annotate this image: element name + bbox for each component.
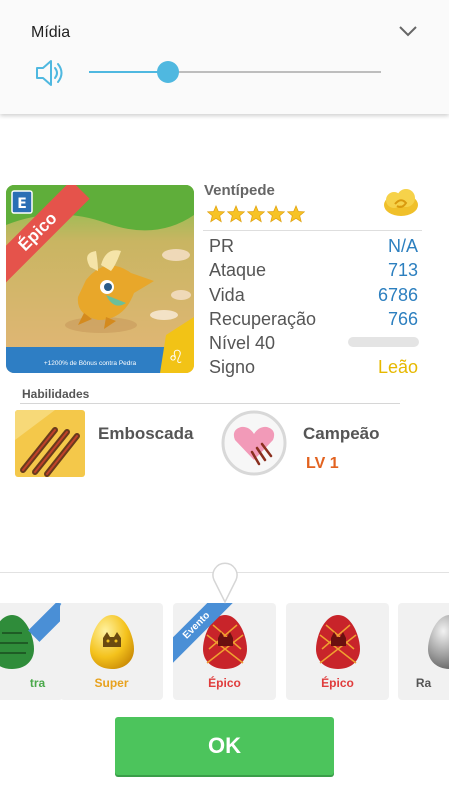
claw-slash-icon[interactable] bbox=[15, 410, 85, 477]
cloud-element-icon bbox=[384, 189, 418, 216]
stats-divider bbox=[203, 230, 422, 231]
egg-card-super[interactable]: Super bbox=[60, 603, 163, 700]
egg-card-epic[interactable]: Épico bbox=[286, 603, 389, 700]
volume-slider-thumb[interactable] bbox=[156, 61, 179, 83]
screen: Mídia ♌ E Épico +1200% de Bônus contra P… bbox=[0, 0, 449, 800]
epic-egg-icon bbox=[316, 615, 360, 669]
element-bonus-text: +1200% de Bônus contra Pedra bbox=[43, 360, 137, 367]
egg-card-1[interactable]: tra bbox=[0, 603, 63, 700]
star-icon bbox=[287, 205, 305, 223]
stat-value-life: 6786 bbox=[377, 285, 418, 305]
media-title: Mídia bbox=[31, 24, 71, 41]
stat-label-pr: PR bbox=[209, 236, 235, 256]
star-icon bbox=[267, 205, 285, 223]
stat-label-attack: Ataque bbox=[209, 260, 267, 280]
golden-egg-icon bbox=[90, 615, 134, 669]
speaker-icon[interactable] bbox=[34, 58, 66, 88]
champion-level: LV 1 bbox=[306, 455, 339, 472]
gray-egg-icon bbox=[428, 615, 449, 669]
egg-label-epic: Épico bbox=[321, 676, 354, 690]
star-icon bbox=[247, 205, 265, 223]
selection-pointer-icon bbox=[212, 562, 238, 604]
stat-label-sign: Signo bbox=[209, 357, 256, 377]
stat-label-level: Nível 40 bbox=[209, 333, 276, 353]
abilities-divider bbox=[20, 403, 400, 404]
egg-card-epic-event[interactable]: Evento Épico bbox=[173, 603, 276, 700]
star-rating bbox=[207, 205, 305, 223]
monster-name: Ventípede bbox=[204, 182, 275, 199]
champion-heart-icon[interactable] bbox=[221, 410, 287, 476]
star-icon bbox=[207, 205, 225, 223]
ability-name: Emboscada bbox=[98, 424, 194, 443]
champion-name: Campeão bbox=[303, 424, 380, 443]
abilities-label: Habilidades bbox=[22, 387, 90, 401]
egg-label-super: Super bbox=[94, 676, 129, 690]
egg-label-1: tra bbox=[29, 676, 46, 690]
stat-label-recovery: Recuperação bbox=[209, 309, 317, 329]
egg-label-rare: Ra bbox=[415, 676, 432, 690]
stat-label-life: Vida bbox=[209, 285, 245, 305]
svg-text:♌: ♌ bbox=[168, 347, 184, 368]
level-progress-bar bbox=[348, 337, 419, 347]
monster-art: ♌ E bbox=[6, 185, 194, 373]
ok-button[interactable]: OK bbox=[115, 717, 334, 775]
egg-card-rare[interactable]: Ra bbox=[398, 603, 449, 700]
egg-label-epic-event: Épico bbox=[208, 676, 241, 690]
stat-value-attack: 713 bbox=[387, 260, 418, 280]
svg-text:E: E bbox=[17, 196, 27, 212]
chevron-down-icon[interactable] bbox=[398, 24, 418, 38]
monster-card[interactable]: ♌ E Épico +1200% de Bônus contra Pedra bbox=[6, 185, 194, 373]
star-icon bbox=[227, 205, 245, 223]
green-egg-icon bbox=[0, 615, 34, 669]
volume-slider[interactable] bbox=[89, 60, 381, 84]
media-volume-panel: Mídia bbox=[0, 0, 449, 114]
stat-value-recovery: 766 bbox=[387, 309, 418, 329]
stat-value-pr: N/A bbox=[387, 236, 418, 256]
stat-value-sign: Leão bbox=[377, 357, 418, 377]
